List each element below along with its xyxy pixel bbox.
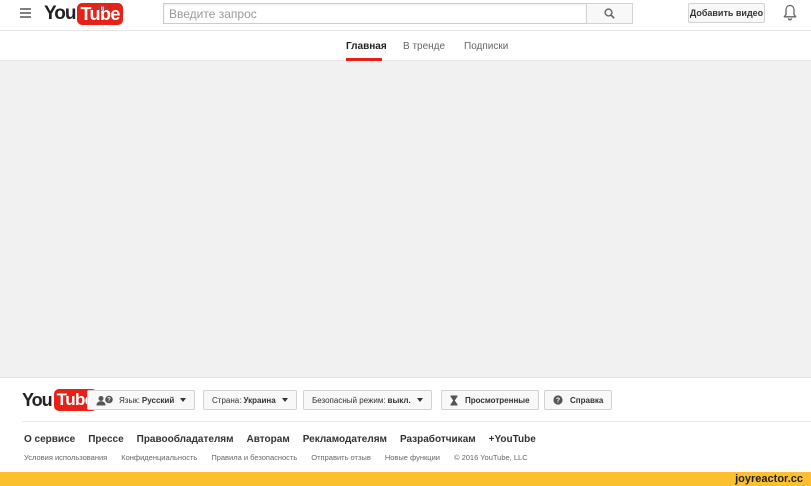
footer-primary-links: О сервисе Прессе Правообладателям Автора… <box>24 434 536 445</box>
safety-prefix: Безопасный режим: <box>312 395 386 405</box>
youtube-logo[interactable]: You Tube <box>44 3 123 25</box>
footer-link-new-features[interactable]: Новые функции <box>385 453 440 462</box>
logo-text-you: You <box>44 3 77 24</box>
chevron-down-icon <box>180 398 187 402</box>
tab-subscriptions[interactable]: Подписки <box>464 41 508 52</box>
content-area <box>0 61 811 377</box>
hamburger-menu-icon[interactable] <box>20 8 31 20</box>
search-input[interactable] <box>163 3 586 24</box>
footer-link-terms[interactable]: Условия использования <box>24 453 107 462</box>
footer-link-copyright[interactable]: Правообладателям <box>137 434 234 445</box>
footer-link-feedback[interactable]: Отправить отзыв <box>311 453 371 462</box>
footer-link-press[interactable]: Прессе <box>88 434 123 445</box>
help-label: Справка <box>570 395 604 405</box>
copyright-text: © 2016 YouTube, LLC <box>453 453 528 462</box>
watermark-text: joyreactor.cc <box>735 473 803 485</box>
tab-home[interactable]: Главная <box>346 41 387 52</box>
language-button[interactable]: ? Язык: Русский <box>87 390 196 410</box>
search-icon <box>604 8 615 19</box>
footer: You Tube ? Язык: Русский Страна: Украина… <box>0 377 811 472</box>
upload-video-button[interactable]: Добавить видео <box>688 3 765 23</box>
hourglass-icon <box>450 395 458 405</box>
country-value: Украина <box>243 395 276 405</box>
svg-text:?: ? <box>107 397 111 403</box>
help-button[interactable]: ? Справка <box>544 390 613 410</box>
language-prefix: Язык: <box>119 395 140 405</box>
footer-link-policy-safety[interactable]: Правила и безопасность <box>211 453 297 462</box>
footer-youtube-logo[interactable]: You Tube <box>22 389 97 411</box>
language-value: Русский <box>141 395 175 405</box>
history-button[interactable]: Просмотренные <box>441 390 539 410</box>
footer-divider <box>22 421 811 422</box>
search-button[interactable] <box>586 3 633 24</box>
nav-tabs: Главная В тренде Подписки <box>0 30 811 61</box>
masthead: You Tube UA Добавить видео <box>0 0 811 30</box>
footer-logo-text-you: You <box>22 390 53 410</box>
watermark-bar: joyreactor.cc <box>0 472 811 486</box>
footer-link-developers[interactable]: Разработчикам <box>400 434 476 445</box>
chevron-down-icon <box>281 398 288 402</box>
svg-text:?: ? <box>556 398 560 405</box>
footer-link-privacy[interactable]: Конфиденциальность <box>121 453 197 462</box>
country-button[interactable]: Страна: Украина <box>203 390 297 410</box>
safety-value: выкл. <box>387 395 411 405</box>
footer-link-about[interactable]: О сервисе <box>24 434 75 445</box>
country-prefix: Страна: <box>212 395 242 405</box>
bell-icon[interactable] <box>783 4 797 21</box>
language-icon: ? <box>96 395 113 405</box>
help-icon: ? <box>553 395 563 405</box>
safety-mode-button[interactable]: Безопасный режим: выкл. <box>303 390 432 410</box>
footer-link-creators[interactable]: Авторам <box>247 434 290 445</box>
footer-secondary-links: Условия использования Конфиденциальность… <box>24 453 528 462</box>
region-label: UA <box>98 4 110 13</box>
tab-trending[interactable]: В тренде <box>403 41 445 52</box>
chevron-down-icon <box>416 398 423 402</box>
footer-link-advertise[interactable]: Рекламодателям <box>303 434 387 445</box>
history-label: Просмотренные <box>465 395 530 405</box>
footer-link-plus-youtube[interactable]: +YouTube <box>489 434 536 445</box>
